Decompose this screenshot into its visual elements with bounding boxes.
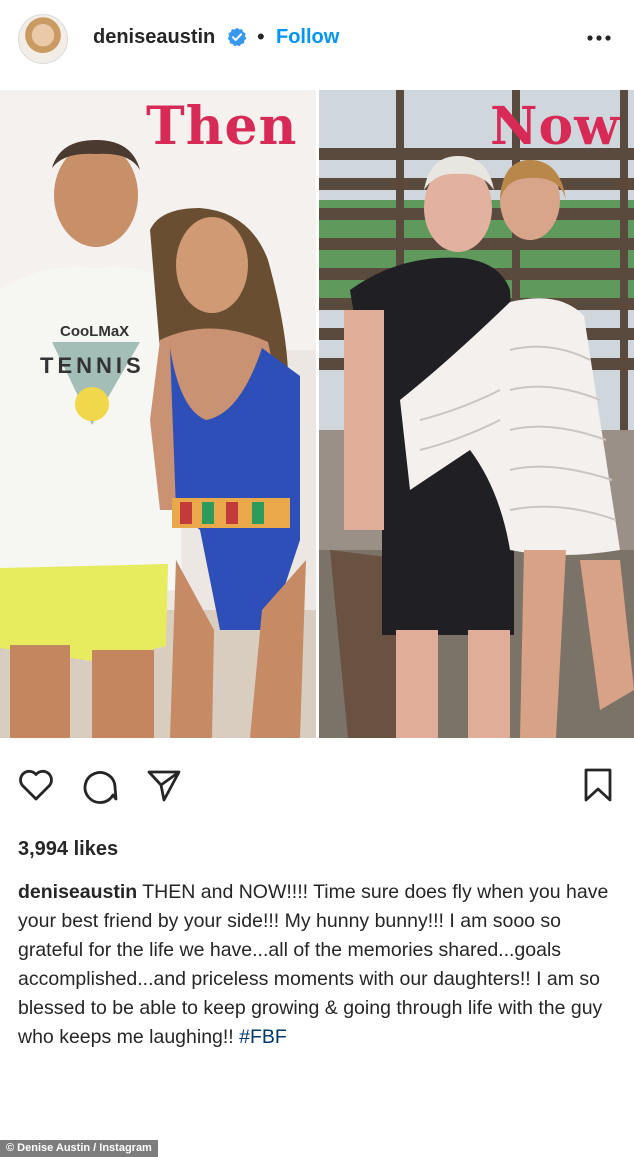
heart-icon[interactable] xyxy=(16,765,56,805)
header-username[interactable]: deniseaustin xyxy=(93,26,215,49)
now-label: Now xyxy=(490,96,620,157)
post-header: deniseaustin • Follow xyxy=(0,0,634,78)
post-caption: deniseaustin THEN and NOW!!!! Time sure … xyxy=(18,878,618,1052)
caption-username[interactable]: deniseaustin xyxy=(18,881,137,903)
bookmark-icon[interactable] xyxy=(578,765,618,805)
follow-button[interactable]: Follow xyxy=(276,26,339,49)
action-bar xyxy=(0,765,634,813)
caption-text: THEN and NOW!!!! Time sure does fly when… xyxy=(18,881,609,1048)
then-now-collage: CooLMaX TENNIS xyxy=(0,90,634,738)
like-count[interactable]: 3,994 likes xyxy=(18,838,118,861)
more-options-icon[interactable] xyxy=(585,28,613,48)
shirt-text-bottom: TENNIS xyxy=(40,353,145,378)
verified-badge-icon xyxy=(227,27,247,47)
caption-hashtag[interactable]: #FBF xyxy=(239,1026,287,1048)
share-icon[interactable] xyxy=(144,765,184,805)
post-image[interactable]: CooLMaX TENNIS Then Now xyxy=(0,90,634,738)
header-separator: • xyxy=(257,24,265,49)
profile-avatar[interactable] xyxy=(18,14,68,64)
comment-icon[interactable] xyxy=(80,765,120,805)
shirt-text-top: CooLMaX xyxy=(60,323,129,340)
then-label: Then xyxy=(146,96,298,157)
photo-credit: © Denise Austin / Instagram xyxy=(0,1140,158,1157)
